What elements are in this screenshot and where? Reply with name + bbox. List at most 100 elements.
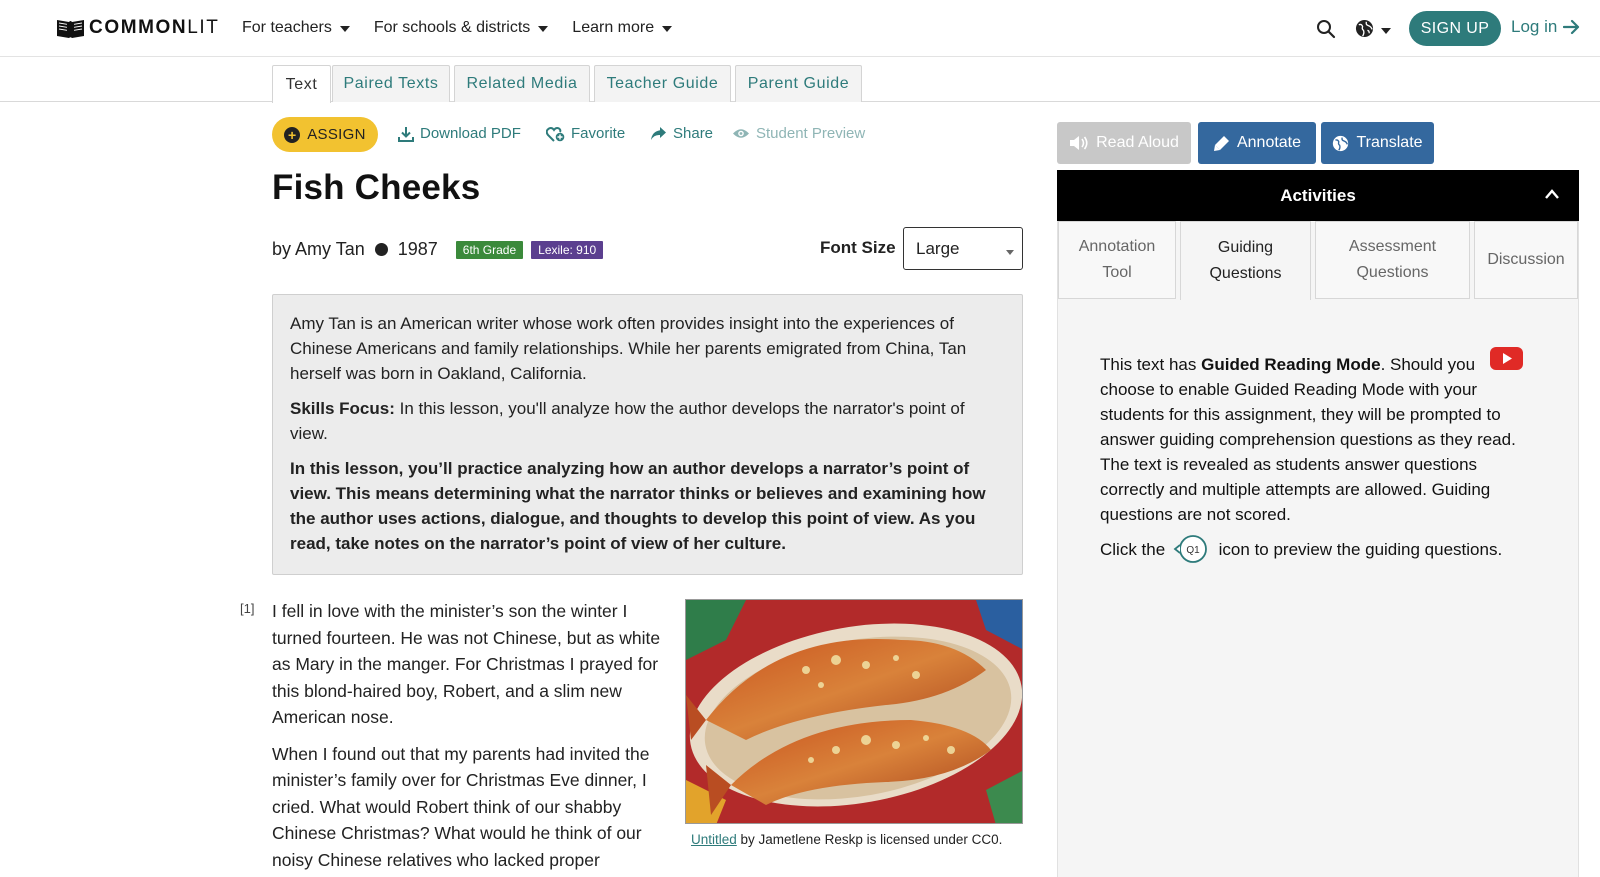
main-menu: For teachers For schools & districts Lea… bbox=[242, 17, 673, 39]
student-preview-label: Student Preview bbox=[756, 125, 866, 142]
paragraph-number: [1] bbox=[240, 601, 255, 616]
annotate-button[interactable]: Annotate bbox=[1198, 122, 1316, 164]
tab-parent-guide[interactable]: Parent Guide bbox=[735, 65, 862, 102]
q1-label: Q1 bbox=[1186, 545, 1200, 556]
tab-label-line1: Assessment bbox=[1348, 238, 1437, 255]
plus-icon: + bbox=[284, 126, 301, 143]
lexile-badge: Lexile: 910 bbox=[531, 240, 604, 259]
search-icon[interactable] bbox=[1316, 19, 1336, 39]
text-title: Fish Cheeks bbox=[272, 168, 481, 207]
assign-button[interactable]: + ASSIGN bbox=[272, 117, 378, 152]
translate-label: Translate bbox=[1356, 134, 1423, 151]
skills-focus-label: Skills Focus: bbox=[290, 399, 395, 418]
photo-license: by Jametlene Reskp is licensed under CC0… bbox=[736, 832, 1003, 847]
logo-common: COMMON bbox=[89, 17, 188, 38]
tab-guiding-questions[interactable]: Guiding Questions bbox=[1180, 221, 1311, 300]
youtube-icon[interactable] bbox=[1490, 347, 1523, 370]
grade-badge: 6th Grade bbox=[455, 240, 524, 259]
tab-label-line2: Questions bbox=[1209, 265, 1282, 282]
chevron-up-icon[interactable] bbox=[1544, 188, 1560, 200]
font-size-select[interactable]: Large bbox=[903, 227, 1023, 270]
book-logo-icon bbox=[57, 20, 84, 38]
commonlit-logo[interactable]: COMMONLIT bbox=[56, 17, 220, 39]
guided-reading-description: This text has Guided Reading Mode. Shoul… bbox=[1100, 352, 1532, 527]
heart-plus-icon bbox=[546, 126, 565, 142]
download-pdf-link[interactable]: Download PDF bbox=[398, 125, 521, 142]
caret-down-icon bbox=[662, 26, 673, 32]
menu-label: For teachers bbox=[242, 19, 332, 36]
activities-header[interactable]: Activities bbox=[1057, 170, 1579, 221]
activities-title: Activities bbox=[1280, 185, 1356, 205]
tab-related-media[interactable]: Related Media bbox=[454, 65, 590, 102]
preview-text: icon to preview the guiding questions. bbox=[1218, 540, 1503, 559]
select-caret-icon bbox=[1006, 250, 1014, 255]
fish-photo-image bbox=[686, 600, 1022, 823]
log-in-link[interactable]: Log in bbox=[1511, 17, 1581, 37]
favorite-label: Favorite bbox=[571, 125, 626, 142]
tab-teacher-guide[interactable]: Teacher Guide bbox=[594, 65, 731, 102]
skills-focus: Skills Focus: In this lesson, you'll ana… bbox=[290, 396, 1005, 446]
log-in-label: Log in bbox=[1511, 17, 1558, 36]
download-icon bbox=[398, 126, 414, 142]
tab-label-line2: Tool bbox=[1102, 264, 1132, 281]
font-size-label: Font Size bbox=[820, 238, 896, 257]
tab-label: Discussion bbox=[1487, 251, 1565, 268]
tab-text[interactable]: Text bbox=[272, 65, 331, 103]
guided-reading-info: This text has Guided Reading Mode. Shoul… bbox=[1100, 352, 1532, 574]
tab-label-line1: Annotation bbox=[1078, 238, 1156, 255]
photo-source-link[interactable]: Untitled bbox=[691, 832, 737, 847]
fish-photo bbox=[685, 599, 1023, 824]
globe-icon bbox=[1333, 135, 1349, 151]
preview-instruction: Click the Q1 icon to preview the guiding… bbox=[1100, 534, 1532, 564]
read-aloud-label: Read Aloud bbox=[1096, 134, 1179, 151]
paragraph-2[interactable]: When I found out that my parents had inv… bbox=[272, 741, 667, 874]
read-aloud-button[interactable]: Read Aloud bbox=[1057, 122, 1191, 164]
favorite-link[interactable]: Favorite bbox=[546, 125, 625, 142]
share-link[interactable]: Share bbox=[650, 125, 713, 142]
tab-paired-texts[interactable]: Paired Texts bbox=[332, 65, 450, 102]
menu-label: Learn more bbox=[572, 19, 655, 36]
eye-icon bbox=[733, 129, 749, 138]
activities-panel: Annotation Tool Guiding Questions Assessme… bbox=[1057, 221, 1579, 877]
assign-label: ASSIGN bbox=[307, 126, 366, 143]
logo-wordmark: COMMONLIT bbox=[89, 17, 220, 39]
paragraph-1[interactable]: I fell in love with the minister’s son t… bbox=[272, 598, 667, 731]
language-caret-icon[interactable] bbox=[1381, 28, 1391, 34]
guide-text-post: . Should you choose to enable Guided Rea… bbox=[1100, 355, 1516, 524]
click-the-text: Click the bbox=[1100, 540, 1166, 559]
translate-button[interactable]: Translate bbox=[1321, 122, 1434, 164]
caret-down-icon bbox=[339, 26, 350, 32]
guiding-question-icon[interactable]: Q1 bbox=[1172, 534, 1210, 564]
menu-for-schools[interactable]: For schools & districts bbox=[373, 17, 549, 39]
tab-label-line2: Questions bbox=[1356, 264, 1429, 281]
guide-text-pre: This text has bbox=[1100, 355, 1202, 374]
photo-caption: Untitled by Jametlene Reskp is licensed … bbox=[691, 832, 1002, 847]
student-preview-link[interactable]: Student Preview bbox=[732, 125, 865, 142]
text-introduction: Amy Tan is an American writer whose work… bbox=[272, 294, 1023, 575]
tab-annotation-tool[interactable]: Annotation Tool bbox=[1058, 221, 1176, 299]
tab-discussion[interactable]: Discussion bbox=[1474, 221, 1578, 299]
author: by Amy Tan bbox=[272, 239, 365, 259]
text-tabs: Text Paired Texts Related Media Teacher … bbox=[0, 57, 1600, 103]
logo-lit: LIT bbox=[187, 17, 220, 38]
lesson-focus: In this lesson, you’ll practice analyzin… bbox=[290, 459, 986, 553]
font-size-value: Large bbox=[916, 238, 960, 258]
annotate-label: Annotate bbox=[1236, 134, 1302, 151]
share-label: Share bbox=[673, 125, 714, 142]
intro-paragraph: Amy Tan is an American writer whose work… bbox=[290, 314, 967, 383]
tab-assessment-questions[interactable]: Assessment Questions bbox=[1315, 221, 1470, 299]
globe-icon[interactable] bbox=[1355, 19, 1374, 38]
sign-up-button[interactable]: SIGN UP bbox=[1409, 11, 1501, 46]
guided-reading-mode-label: Guided Reading Mode bbox=[1201, 355, 1381, 374]
top-navigation: COMMONLIT For teachers For schools & dis… bbox=[0, 0, 1600, 57]
marker-icon bbox=[1213, 135, 1229, 151]
menu-label: For schools & districts bbox=[373, 19, 531, 36]
tab-label-line1: Guiding bbox=[1217, 239, 1274, 256]
menu-learn-more[interactable]: Learn more bbox=[572, 17, 673, 39]
download-label: Download PDF bbox=[420, 125, 521, 142]
publication-year: 1987 bbox=[397, 239, 438, 259]
byline: by Amy Tan 1987 6th Grade Lexile: 910 bbox=[272, 239, 604, 260]
menu-for-teachers[interactable]: For teachers bbox=[242, 17, 350, 39]
share-icon bbox=[651, 127, 666, 140]
caret-down-icon bbox=[538, 26, 549, 32]
